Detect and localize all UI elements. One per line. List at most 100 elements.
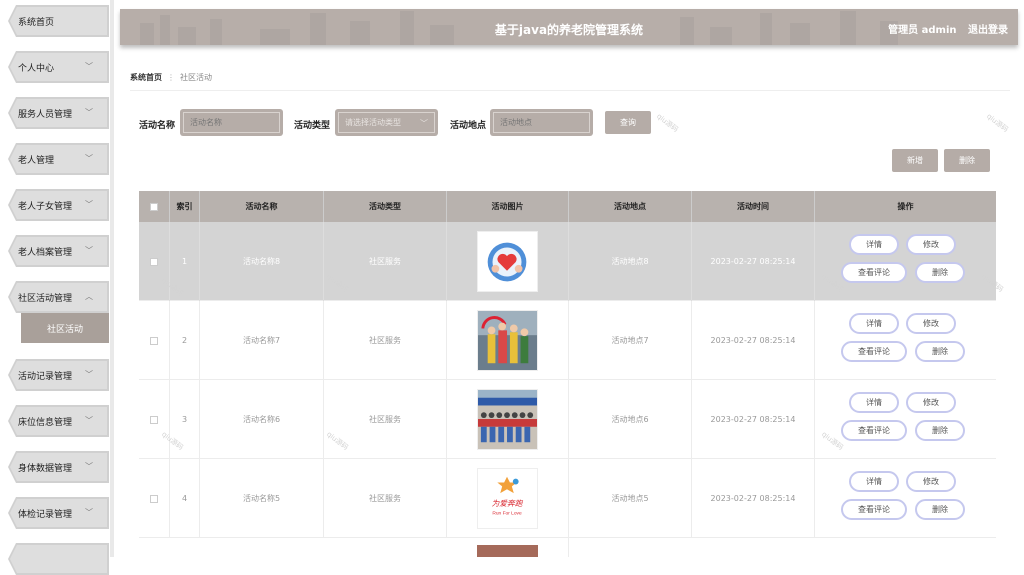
cell-actions: 详情 修改 查看评论 删除 <box>815 459 996 538</box>
select-all-checkbox[interactable] <box>150 202 158 211</box>
divider <box>130 90 1010 91</box>
table-row[interactable]: 4 活动名称5 社区服务 为爱奔跑 Run For Love 活动地点5 202… <box>139 459 996 538</box>
activity-type-label: 活动类型 <box>294 121 331 131</box>
sidebar-item-elders[interactable]: 老人管理 ﹀ <box>8 143 109 175</box>
review-button[interactable]: 查看评论 <box>841 499 907 520</box>
col-time: 活动时间 <box>692 191 815 222</box>
sidebar-item-body-data[interactable]: 身体数据管理 ﹀ <box>8 451 109 483</box>
cell-index: 4 <box>170 459 200 538</box>
delete-button[interactable]: 删除 <box>915 499 965 520</box>
cell-name: 活动名称8 <box>200 222 324 301</box>
cell-image <box>447 380 569 459</box>
detail-button[interactable]: 详情 <box>849 392 899 413</box>
col-type: 活动类型 <box>324 191 447 222</box>
sidebar-item-label: 体检记录管理 <box>18 509 73 520</box>
row-checkbox[interactable] <box>150 336 158 345</box>
sidebar: 系统首页 个人中心 ﹀ 服务人员管理 ﹀ 老人管理 ﹀ 老人子女管理 ﹀ 老人档案管理 ﹀… <box>0 0 114 575</box>
heart-hands-image[interactable] <box>477 231 538 292</box>
cell-actions: 详情 修改 查看评论 删除 <box>815 380 996 459</box>
sidebar-item-staff[interactable]: 服务人员管理 ﹀ <box>8 97 109 129</box>
sidebar-item-more[interactable] <box>8 543 109 575</box>
detail-button[interactable]: 详情 <box>849 313 899 334</box>
edit-button[interactable]: 修改 <box>906 471 956 492</box>
review-button[interactable]: 查看评论 <box>841 262 907 283</box>
sidebar-item-children[interactable]: 老人子女管理 ﹀ <box>8 189 109 221</box>
activity-type-wrapper: 请选择活动类型 ﹀ <box>335 109 438 136</box>
sidebar-item-label: 个人中心 <box>18 63 55 74</box>
col-location: 活动地点 <box>569 191 692 222</box>
logo-text-en: Run For Love <box>492 510 522 516</box>
chevron-down-icon: ﹀ <box>85 62 93 71</box>
breadcrumb-home[interactable]: 系统首页 <box>130 73 162 82</box>
activity-location-wrapper <box>490 109 593 136</box>
sidebar-item-label: 活动记录管理 <box>18 371 73 382</box>
row-select-cell <box>139 222 170 301</box>
cell-index: 2 <box>170 301 200 380</box>
query-button[interactable]: 查询 <box>605 111 651 134</box>
row-checkbox[interactable] <box>150 415 158 424</box>
sidebar-item-beds[interactable]: 床位信息管理 ﹀ <box>8 405 109 437</box>
cell-name: 活动名称5 <box>200 459 324 538</box>
crowd-photo-image[interactable] <box>477 389 538 450</box>
table-row[interactable]: 3 活动名称6 社区服务 活动地点6 2023-02-27 08:25:14 详… <box>139 380 996 459</box>
sidebar-item-label: 老人子女管理 <box>18 201 73 212</box>
cell-location: 活动地点5 <box>569 459 692 538</box>
chevron-up-icon: ︿ <box>85 292 93 301</box>
breadcrumb-current: 社区活动 <box>180 73 212 82</box>
partial-image <box>477 545 538 557</box>
sidebar-item-activity-records[interactable]: 活动记录管理 ﹀ <box>8 359 109 391</box>
breadcrumb: 系统首页 ⋮ 社区活动 <box>130 72 212 83</box>
activity-type-select[interactable]: 请选择活动类型 ﹀ <box>338 112 435 133</box>
review-button[interactable]: 查看评论 <box>841 341 907 362</box>
table-row[interactable]: 1 活动名称8 社区服务 活动地点8 2023-02-27 08:25:14 详… <box>139 222 996 301</box>
sidebar-item-label: 系统首页 <box>18 17 55 28</box>
activity-name-input[interactable] <box>183 112 280 133</box>
watermark: qiu源码 <box>655 112 680 134</box>
chevron-down-icon: ﹀ <box>85 462 93 471</box>
activity-name-wrapper <box>180 109 283 136</box>
edit-button[interactable]: 修改 <box>906 234 956 255</box>
activity-location-input[interactable] <box>493 112 590 133</box>
activity-location-label: 活动地点 <box>450 121 487 131</box>
breadcrumb-separator: ⋮ <box>167 73 175 82</box>
watermark: qiu源码 <box>985 112 1010 134</box>
sidebar-item-community[interactable]: 社区活动管理 ︿ <box>8 281 109 313</box>
sidebar-item-label: 社区活动管理 <box>18 293 73 304</box>
sidebar-item-home[interactable]: 系统首页 <box>8 5 109 37</box>
delete-button[interactable]: 删除 <box>915 262 965 283</box>
group-photo-image[interactable] <box>477 310 538 371</box>
cell-index: 1 <box>170 222 200 301</box>
cell-index: 3 <box>170 380 200 459</box>
logout-link[interactable]: 退出登录 <box>968 25 1008 36</box>
detail-button[interactable]: 详情 <box>849 471 899 492</box>
header-user-area: 管理员 admin 退出登录 <box>880 21 1008 36</box>
row-checkbox[interactable] <box>150 257 158 266</box>
delete-button[interactable]: 删除 <box>915 341 965 362</box>
cell-type: 社区服务 <box>324 301 447 380</box>
cell-type: 社区服务 <box>324 459 447 538</box>
batch-delete-button[interactable]: 删除 <box>944 149 990 172</box>
chevron-down-icon: ﹀ <box>85 108 93 117</box>
chevron-down-icon: ﹀ <box>85 370 93 379</box>
sidebar-item-checkups[interactable]: 体检记录管理 ﹀ <box>8 497 109 529</box>
sidebar-item-personal[interactable]: 个人中心 ﹀ <box>8 51 109 83</box>
cell-image <box>447 301 569 380</box>
cell-image <box>447 222 569 301</box>
edit-button[interactable]: 修改 <box>906 313 956 334</box>
review-button[interactable]: 查看评论 <box>841 420 907 441</box>
sidebar-item-archives[interactable]: 老人档案管理 ﹀ <box>8 235 109 267</box>
cell-location: 活动地点6 <box>569 380 692 459</box>
detail-button[interactable]: 详情 <box>849 234 899 255</box>
table-row[interactable] <box>139 538 996 557</box>
col-actions: 操作 <box>897 202 914 211</box>
add-button[interactable]: 新增 <box>892 149 938 172</box>
sidebar-item-label: 床位信息管理 <box>18 417 73 428</box>
delete-button[interactable]: 删除 <box>915 420 965 441</box>
run-for-love-logo[interactable]: 为爱奔跑 Run For Love <box>477 468 538 529</box>
sidebar-subitem-community-activity[interactable]: 社区活动 <box>21 313 109 343</box>
activity-type-placeholder: 请选择活动类型 <box>345 118 401 127</box>
row-checkbox[interactable] <box>150 494 158 503</box>
edit-button[interactable]: 修改 <box>906 392 956 413</box>
table-row[interactable]: 2 活动名称7 社区服务 活动地点7 2023-02-27 08:25:14 详… <box>139 301 996 380</box>
sidebar-item-label: 身体数据管理 <box>18 463 73 474</box>
